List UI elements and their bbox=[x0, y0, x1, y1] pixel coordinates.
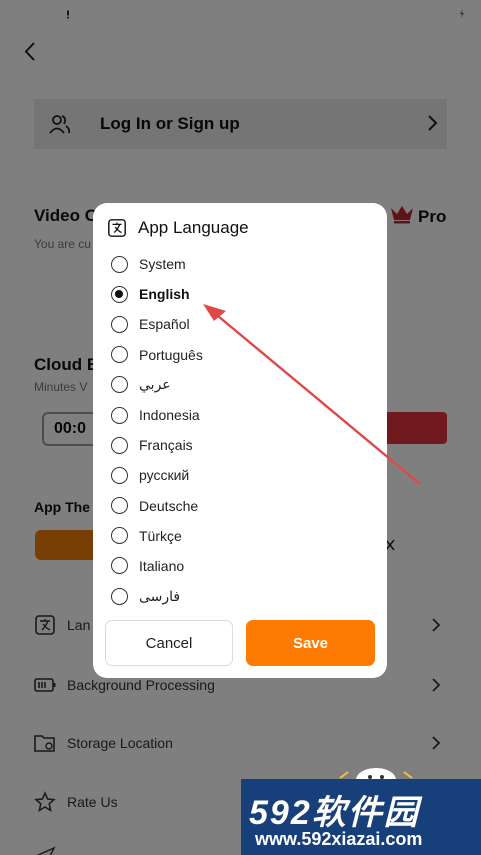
watermark-url: www.592xiazai.com bbox=[255, 829, 423, 849]
radio-unselected-icon[interactable] bbox=[111, 557, 128, 575]
language-option-label: Türkçe bbox=[139, 527, 182, 544]
dialog-title: App Language bbox=[138, 218, 249, 237]
radio-unselected-icon[interactable] bbox=[111, 376, 128, 394]
language-option-label: Indonesia bbox=[139, 407, 200, 424]
language-option[interactable]: Indonesia bbox=[111, 400, 371, 430]
language-option[interactable]: فارسی bbox=[111, 581, 371, 611]
radio-unselected-icon[interactable] bbox=[111, 436, 128, 454]
language-option[interactable]: русский bbox=[111, 460, 371, 490]
language-options: System English Español Português عربي Indones… bbox=[111, 249, 371, 611]
language-option-label: فارسی bbox=[139, 587, 181, 604]
language-option[interactable]: Español bbox=[111, 309, 371, 339]
language-option-label: Deutsche bbox=[139, 497, 199, 514]
language-option-label: Español bbox=[139, 316, 190, 333]
language-option-label: System bbox=[139, 256, 186, 273]
language-option-label: Italiano bbox=[139, 557, 185, 574]
radio-unselected-icon[interactable] bbox=[111, 315, 128, 333]
radio-unselected-icon[interactable] bbox=[111, 527, 128, 545]
radio-unselected-icon[interactable] bbox=[111, 346, 128, 364]
language-option[interactable]: Français bbox=[111, 430, 371, 460]
radio-unselected-icon[interactable] bbox=[111, 255, 128, 273]
watermark-brand: 592软件园 bbox=[249, 794, 420, 832]
radio-unselected-icon[interactable] bbox=[111, 497, 128, 515]
language-option-label: Français bbox=[139, 437, 193, 454]
language-option-label: русский bbox=[139, 467, 190, 484]
language-option[interactable]: Türkçe bbox=[111, 521, 371, 551]
language-option[interactable]: English bbox=[111, 279, 371, 309]
watermark: 592软件园 www.592xiazai.com bbox=[241, 779, 481, 855]
language-option-label: عربي bbox=[139, 376, 171, 393]
language-option[interactable]: System bbox=[111, 249, 371, 279]
radio-unselected-icon[interactable] bbox=[111, 466, 128, 484]
language-option[interactable]: عربي bbox=[111, 370, 371, 400]
cancel-button[interactable]: Cancel bbox=[105, 620, 233, 666]
radio-unselected-icon[interactable] bbox=[111, 406, 128, 424]
language-option-label: Português bbox=[139, 346, 203, 363]
language-option-label: English bbox=[139, 286, 190, 303]
dialog-header: App Language bbox=[107, 218, 249, 238]
language-option[interactable]: Italiano bbox=[111, 551, 371, 581]
language-dialog: App Language System English Español Portugu… bbox=[93, 203, 387, 678]
language-icon bbox=[107, 218, 127, 238]
radio-unselected-icon[interactable] bbox=[111, 587, 128, 605]
language-option[interactable]: Deutsche bbox=[111, 491, 371, 521]
radio-selected-icon[interactable] bbox=[111, 285, 128, 303]
save-button[interactable]: Save bbox=[246, 620, 375, 666]
language-option[interactable]: Português bbox=[111, 340, 371, 370]
